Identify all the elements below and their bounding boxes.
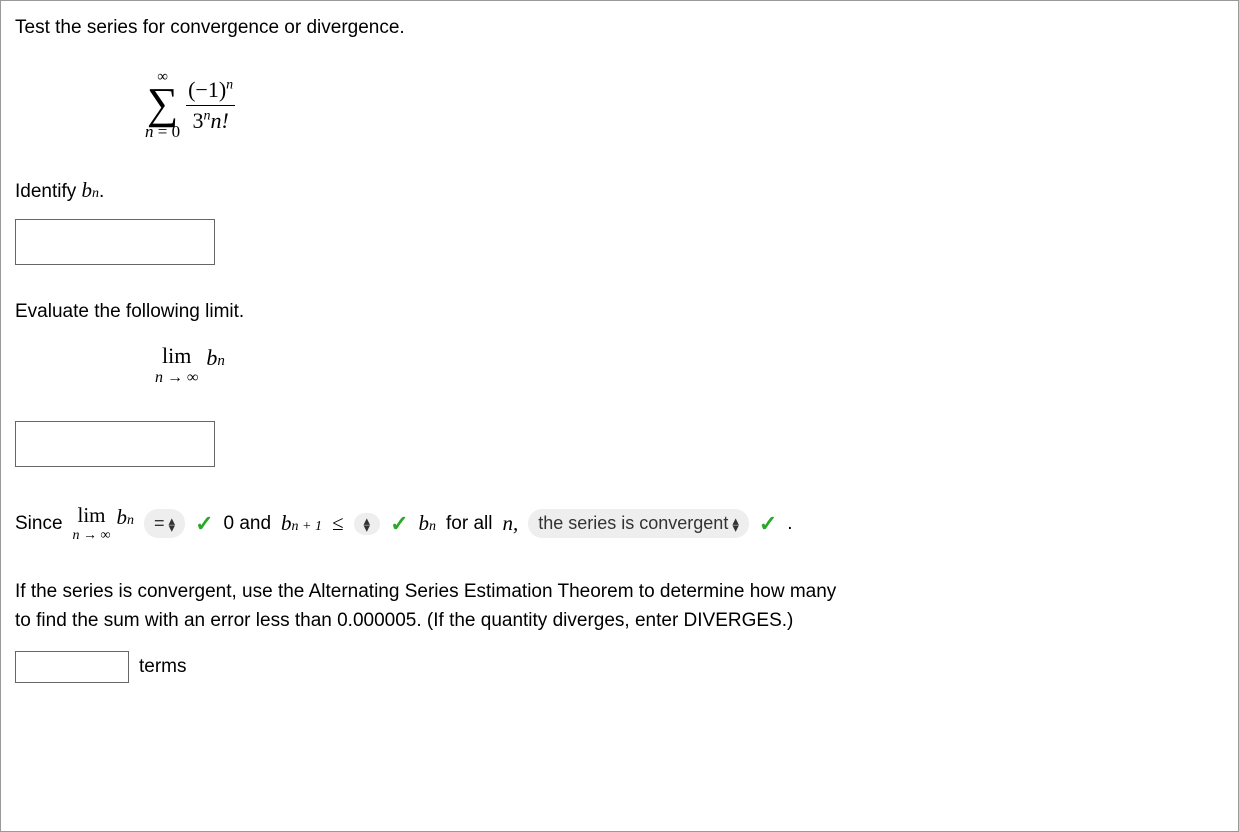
check-icon: ✓ (195, 511, 213, 537)
sigma-symbol: ∑ (147, 86, 178, 122)
chevron-updown-icon: ▴▾ (169, 517, 176, 531)
select-compare[interactable]: ▴▾ (354, 513, 381, 535)
fraction: (−1)n 3nn! (186, 77, 235, 134)
estimation-instructions: If the series is convergent, use the Alt… (15, 578, 1228, 635)
period: . (787, 513, 792, 535)
since-statement: Since lim n → ∞ bn = ▴▾ ✓ 0 and bn + 1 ≤… (15, 503, 1228, 544)
terms-label: terms (139, 656, 187, 678)
select-convergence[interactable]: the series is convergent ▴▾ (528, 509, 749, 538)
bn-term-2: bn (419, 511, 437, 536)
since-word: Since (15, 513, 63, 535)
denominator: 3nn! (186, 105, 234, 134)
limit-expression: lim n → ∞ bn (155, 343, 1228, 387)
bn-input[interactable] (15, 219, 215, 265)
sigma-lower: n = 0 (145, 122, 180, 142)
check-icon: ✓ (390, 511, 408, 537)
series-expression: ∞ ∑ n = 0 (−1)n 3nn! (145, 69, 1228, 142)
sigma-notation: ∞ ∑ n = 0 (145, 69, 180, 142)
terms-input[interactable] (15, 651, 129, 683)
lim-stack: lim n → ∞ (155, 343, 198, 387)
lim-subscript: n → ∞ (155, 369, 198, 387)
for-all-text: for all (446, 513, 492, 535)
question-container: Test the series for convergence or diver… (0, 0, 1239, 832)
n-var: n, (502, 511, 518, 536)
limit-input[interactable] (15, 421, 215, 467)
bn-plus-1: bn + 1 (281, 511, 322, 536)
chevron-updown-icon: ▴▾ (364, 517, 371, 531)
zero-and-text: 0 and (224, 513, 272, 535)
lim-text: lim (162, 343, 191, 369)
bn-term: bn (206, 345, 225, 371)
select-convergence-value: the series is convergent (538, 513, 728, 534)
select-equals[interactable]: = ▴▾ (144, 509, 185, 538)
chevron-updown-icon: ▴▾ (732, 517, 739, 531)
limit-inline: lim n → ∞ bn (73, 503, 134, 544)
identify-label: Identify bn. (15, 178, 1228, 203)
numerator: (−1)n (186, 77, 235, 105)
terms-line: terms (15, 651, 1228, 683)
evaluate-label: Evaluate the following limit. (15, 301, 1228, 323)
prompt-text: Test the series for convergence or diver… (15, 17, 1228, 39)
select-equals-value: = (154, 513, 165, 534)
leq-symbol: ≤ (332, 511, 344, 536)
check-icon: ✓ (759, 511, 777, 537)
